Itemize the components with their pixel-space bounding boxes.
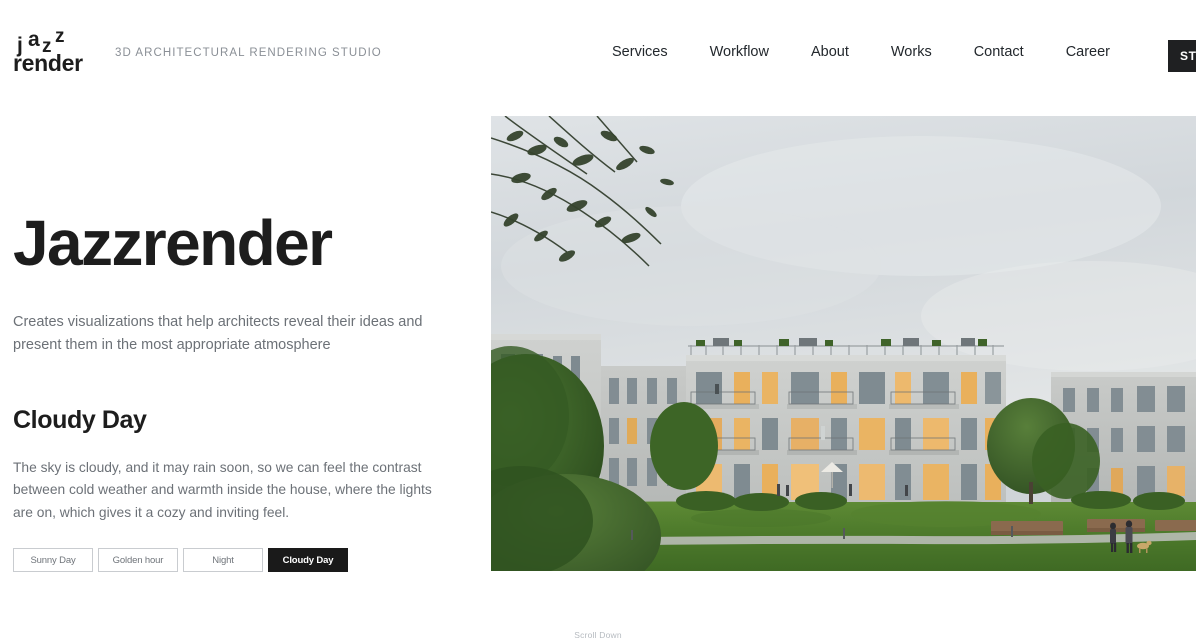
logo-letter-a: a [28, 28, 40, 51]
atmosphere-option-night[interactable]: Night [183, 548, 263, 572]
main-navigation: Services Workflow About Works Contact Ca… [612, 44, 1110, 60]
nav-item-about[interactable]: About [811, 44, 849, 60]
site-header: j a z z render 3D ARCHITECTURAL RENDERIN… [0, 0, 1196, 110]
site-tagline: 3D ARCHITECTURAL RENDERING STUDIO [115, 47, 382, 59]
atmosphere-option-sunny-day[interactable]: Sunny Day [13, 548, 93, 572]
page-title: Jazzrender [13, 207, 333, 279]
start-project-button[interactable]: START PROJECT [1168, 40, 1196, 72]
logo-letter-z-second: z [55, 26, 65, 47]
atmosphere-option-golden-hour[interactable]: Golden hour [98, 548, 178, 572]
atmosphere-option-cloudy-day[interactable]: Cloudy Day [268, 548, 348, 572]
hero-text-column: Jazzrender Creates visualizations that h… [13, 207, 453, 524]
hero-render-image[interactable] [491, 116, 1196, 571]
nav-item-career[interactable]: Career [1066, 44, 1110, 60]
nav-item-works[interactable]: Works [891, 44, 932, 60]
logo-render-word: render [13, 50, 83, 76]
nav-item-services[interactable]: Services [612, 44, 668, 60]
nav-item-contact[interactable]: Contact [974, 44, 1024, 60]
architectural-render-illustration [491, 116, 1196, 571]
hero-subtitle: Creates visualizations that help archite… [13, 314, 423, 353]
atmosphere-title: Cloudy Day [13, 406, 147, 435]
nav-item-workflow[interactable]: Workflow [710, 44, 769, 60]
atmosphere-toggle-group: Sunny Day Golden hour Night Cloudy Day [13, 548, 348, 572]
atmosphere-description: The sky is cloudy, and it may rain soon,… [13, 460, 432, 520]
scroll-down-indicator[interactable]: Scroll Down [0, 630, 1196, 640]
logo[interactable]: j a z z render [13, 27, 105, 79]
